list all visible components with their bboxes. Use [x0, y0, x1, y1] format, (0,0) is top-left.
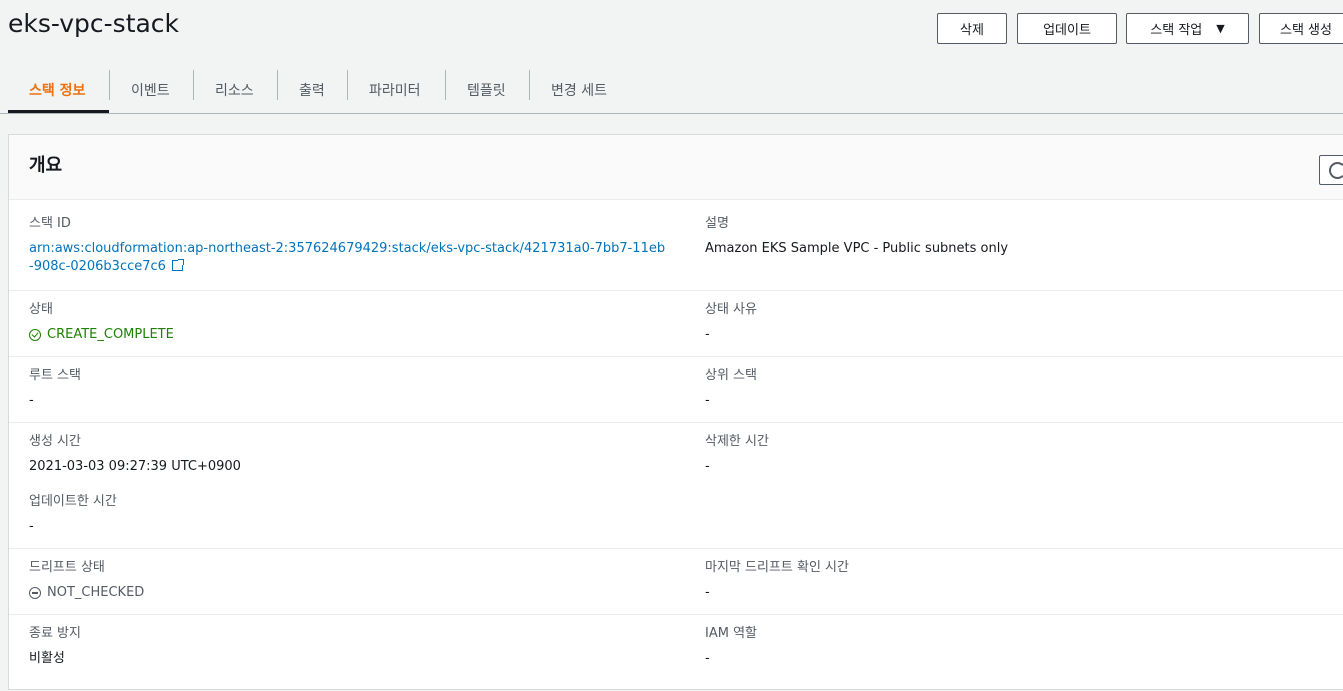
description-label: 설명	[705, 216, 729, 231]
tab-divider	[529, 70, 530, 100]
root-stack-value: -	[29, 393, 34, 408]
row-divider	[9, 356, 1343, 357]
drift-status-value: NOT_CHECKED	[29, 584, 144, 602]
tab-divider	[277, 70, 278, 100]
update-button[interactable]: 업데이트	[1017, 13, 1117, 44]
page-title: eks-vpc-stack	[8, 9, 180, 38]
not-checked-icon	[29, 587, 41, 599]
stack-id-label: 스택 ID	[29, 216, 71, 231]
last-drift-check-label: 마지막 드리프트 확인 시간	[705, 560, 849, 575]
stack-id-value: arn:aws:cloudformation:ap-northeast-2:35…	[29, 240, 669, 276]
row-divider	[9, 548, 1343, 549]
success-check-icon	[29, 329, 41, 341]
drift-status-text: NOT_CHECKED	[47, 585, 145, 600]
row-divider	[9, 614, 1343, 615]
overview-panel-header: 개요	[9, 135, 1343, 200]
caret-down-icon: ▼	[1216, 22, 1225, 35]
updated-time-value: -	[29, 519, 34, 534]
status-value: CREATE_COMPLETE	[29, 326, 174, 344]
row-divider	[9, 422, 1343, 423]
row-divider	[9, 290, 1343, 291]
parent-stack-value: -	[705, 393, 710, 408]
tab-stack-info[interactable]: 스택 정보	[29, 68, 85, 112]
updated-time-label: 업데이트한 시간	[29, 494, 117, 509]
termination-protection-value: 비활성	[29, 651, 65, 666]
refresh-button[interactable]	[1319, 155, 1343, 185]
status-reason-value: -	[705, 327, 710, 342]
termination-protection-label: 종료 방지	[29, 626, 81, 641]
stack-id-link[interactable]: arn:aws:cloudformation:ap-northeast-2:35…	[29, 241, 665, 274]
delete-button[interactable]: 삭제	[937, 13, 1007, 44]
iam-role-value: -	[705, 651, 710, 666]
status-reason-label: 상태 사유	[705, 302, 757, 317]
create-stack-button[interactable]: 스택 생성	[1259, 13, 1343, 44]
tab-divider	[347, 70, 348, 100]
root-stack-label: 루트 스택	[29, 368, 81, 383]
iam-role-label: IAM 역할	[705, 626, 757, 641]
tab-change-sets[interactable]: 변경 세트	[551, 68, 607, 112]
tab-outputs[interactable]: 출력	[299, 68, 325, 112]
created-time-value: 2021-03-03 09:27:39 UTC+0900	[29, 459, 241, 474]
overview-title: 개요	[29, 155, 63, 176]
overview-panel: 개요 스택 ID arn:aws:cloudformation:ap-north…	[8, 134, 1343, 690]
last-drift-check-value: -	[705, 585, 710, 600]
stack-actions-label: 스택 작업	[1150, 23, 1203, 38]
refresh-icon	[1329, 162, 1343, 179]
tab-bar: 스택 정보 이벤트 리소스 출력 파라미터 템플릿 변경 세트	[8, 68, 1343, 114]
tab-events[interactable]: 이벤트	[131, 68, 170, 112]
description-value: Amazon EKS Sample VPC - Public subnets o…	[705, 241, 1009, 256]
tab-resources[interactable]: 리소스	[215, 68, 254, 112]
created-time-label: 생성 시간	[29, 434, 81, 449]
tab-divider	[109, 70, 110, 100]
status-label: 상태	[29, 302, 53, 317]
tab-template[interactable]: 템플릿	[467, 68, 506, 112]
status-text: CREATE_COMPLETE	[47, 327, 174, 342]
active-tab-indicator	[8, 110, 109, 113]
tab-divider	[445, 70, 446, 100]
external-link-icon[interactable]	[171, 259, 184, 271]
tab-parameters[interactable]: 파라미터	[369, 68, 421, 112]
deleted-time-label: 삭제한 시간	[705, 434, 769, 449]
deleted-time-value: -	[705, 459, 710, 474]
stack-actions-dropdown[interactable]: 스택 작업 ▼	[1126, 13, 1249, 44]
drift-status-label: 드리프트 상태	[29, 560, 105, 575]
parent-stack-label: 상위 스택	[705, 368, 757, 383]
tab-bar-border	[0, 113, 1343, 114]
tab-divider	[193, 70, 194, 100]
